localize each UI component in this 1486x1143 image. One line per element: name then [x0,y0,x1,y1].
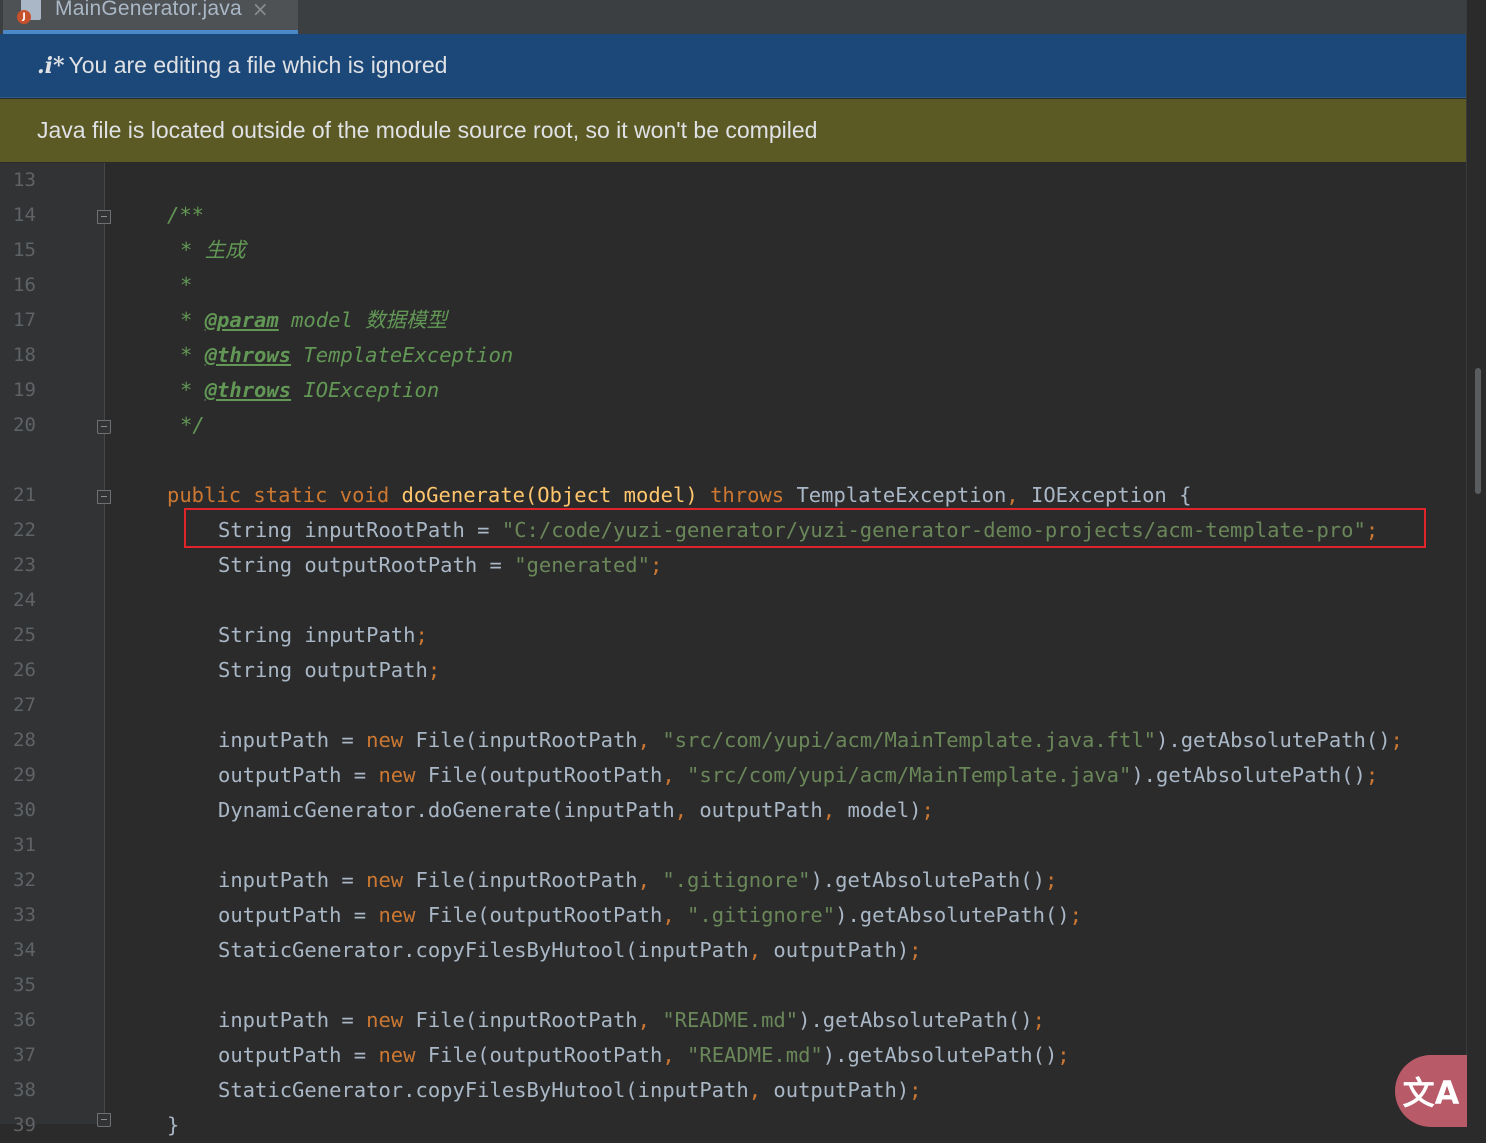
line-number: 24 [13,589,36,611]
fold-end-icon[interactable] [97,420,111,434]
code-editor[interactable]: 13 14 15 16 17 18 19 20 21 22 23 24 25 2… [0,163,1466,1137]
code-line-37: outputPath = new File(outputRootPath, "R… [218,1043,1070,1067]
code-line-20: */ [180,413,205,437]
line-number: 34 [13,939,36,961]
code-line-29: outputPath = new File(outputRootPath, "s… [218,763,1379,787]
line-number: 35 [13,974,36,996]
code-line-17: * @param model 数据模型 [180,308,448,332]
line-number: 13 [13,169,36,191]
tab-main-generator[interactable]: J MainGenerator.java × [3,0,298,34]
ignored-banner-text: You are editing a file which is ignored [68,52,448,78]
line-number: 15 [13,239,36,261]
fold-end-icon[interactable] [97,1113,111,1127]
code-line-28: inputPath = new File(inputRootPath, "src… [218,728,1403,752]
code-line-36: inputPath = new File(inputRootPath, "REA… [218,1008,1045,1032]
warning-banner-text: Java file is located outside of the modu… [37,117,818,143]
code-line-33: outputPath = new File(outputRootPath, ".… [218,903,1082,927]
code-line-26: String outputPath; [218,658,441,682]
tab-title: MainGenerator.java [55,0,242,20]
line-number: 16 [13,274,36,296]
code-line-34: StaticGenerator.copyFilesByHutool(inputP… [218,938,922,962]
vertical-scrollbar[interactable] [1466,0,1486,1124]
scrollbar-thumb[interactable] [1475,368,1481,494]
line-number: 22 [13,519,36,541]
line-number: 21 [13,484,36,506]
line-number: 38 [13,1079,36,1101]
line-number: 31 [13,834,36,856]
line-number: 33 [13,904,36,926]
code-line-16: * [180,273,193,297]
ignored-file-banner: .i* You are editing a file which is igno… [0,34,1466,98]
line-number: 19 [13,379,36,401]
code-line-39: } [167,1113,180,1137]
code-line-32: inputPath = new File(inputRootPath, ".gi… [218,868,1058,892]
code-line-38: StaticGenerator.copyFilesByHutool(inputP… [218,1078,922,1102]
ignore-file-icon: .i* [37,52,65,79]
code-line-19: * @throws IOException [180,378,440,402]
line-number-gutter: 13 14 15 16 17 18 19 20 21 22 23 24 25 2… [0,163,111,1136]
line-number: 18 [13,344,36,366]
line-number: 25 [13,624,36,646]
source-root-warning-banner: Java file is located outside of the modu… [0,99,1466,162]
editor-tab-bar: J MainGenerator.java × [0,0,1486,34]
close-icon[interactable]: × [252,0,269,21]
line-number: 37 [13,1044,36,1066]
java-file-icon: J [17,0,45,24]
line-number: 20 [13,414,36,436]
line-number: 30 [13,799,36,821]
fold-toggle-icon[interactable] [97,210,111,224]
line-number: 23 [13,554,36,576]
line-number: 29 [13,764,36,786]
line-number: 14 [13,204,36,226]
line-number: 26 [13,659,36,681]
code-line-14: /** [167,203,205,227]
code-line-30: DynamicGenerator.doGenerate(inputPath, o… [218,798,934,822]
line-number: 17 [13,309,36,331]
code-line-18: * @throws TemplateException [180,343,514,367]
line-number: 32 [13,869,36,891]
line-number: 36 [13,1009,36,1031]
line-number: 27 [13,694,36,716]
fold-toggle-icon[interactable] [97,490,111,504]
translate-icon: 文A [1402,1074,1460,1112]
code-line-23: String outputRootPath = "generated"; [218,553,663,577]
translate-button[interactable]: 文A [1395,1055,1467,1127]
line-number: 39 [13,1114,36,1136]
highlight-box [184,508,1426,548]
code-line-15: * 生成 [180,238,246,262]
line-number: 28 [13,729,36,751]
code-line-25: String inputPath; [218,623,428,647]
